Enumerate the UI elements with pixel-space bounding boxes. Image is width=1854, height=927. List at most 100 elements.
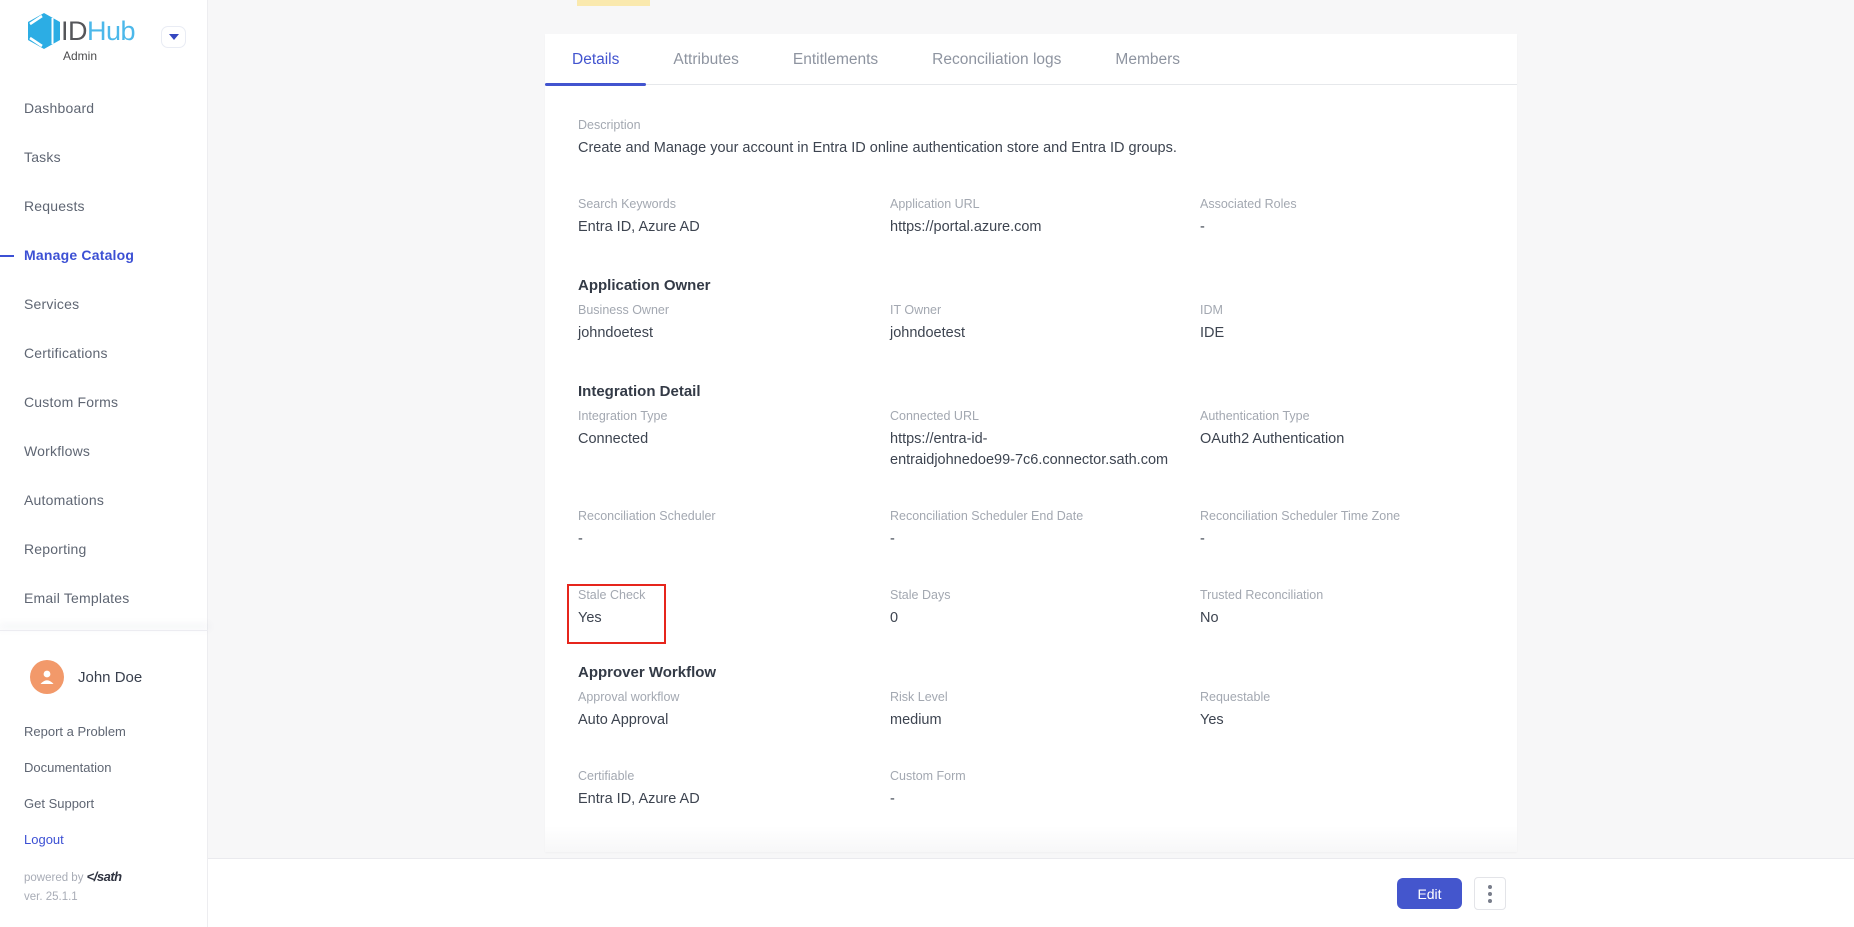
field-empty <box>1200 769 1484 810</box>
idhub-logo-icon <box>27 12 61 50</box>
field-application-url: Application URL https://portal.azure.com <box>890 197 1200 238</box>
brand-name-hub: Hub <box>87 16 135 46</box>
powered-by-label: powered by <box>24 872 83 884</box>
sidebar-item-manage-catalog[interactable]: Manage Catalog <box>0 231 208 280</box>
person-icon <box>37 667 57 687</box>
sidebar-item-workflows[interactable]: Workflows <box>0 427 208 476</box>
user-name: John Doe <box>78 669 142 686</box>
field-trusted-reconciliation: Trusted Reconciliation No <box>1200 588 1484 629</box>
field-label: Reconciliation Scheduler <box>578 509 870 523</box>
field-row-5: Stale Check Yes Stale Days 0 Trusted Rec… <box>578 588 1484 629</box>
field-value: IDE <box>1200 323 1484 344</box>
user-profile[interactable]: John Doe <box>0 656 208 698</box>
clipped-top-badge <box>577 0 650 6</box>
field-integration-type: Integration Type Connected <box>578 409 890 471</box>
brand-name: IDHub <box>61 16 135 47</box>
field-value: Create and Manage your account in Entra … <box>578 138 1484 159</box>
powered-by: powered by </sath <box>24 869 122 884</box>
kebab-menu-icon <box>1488 899 1492 903</box>
field-label: Risk Level <box>890 690 1180 704</box>
field-reconciliation-end-date: Reconciliation Scheduler End Date - <box>890 509 1200 550</box>
more-actions-button[interactable] <box>1474 877 1506 910</box>
field-value: johndoetest <box>578 323 870 344</box>
tab-reconciliation-logs[interactable]: Reconciliation logs <box>905 34 1088 85</box>
field-associated-roles: Associated Roles - <box>1200 197 1484 238</box>
sidebar-divider <box>0 630 208 631</box>
field-value: 0 <box>890 608 1180 629</box>
sidebar-item-automations[interactable]: Automations <box>0 476 208 525</box>
field-value: medium <box>890 710 1180 731</box>
sidebar-item-email-templates[interactable]: Email Templates <box>0 574 208 623</box>
sidebar-item-tasks[interactable]: Tasks <box>0 133 208 182</box>
field-stale-days: Stale Days 0 <box>890 588 1200 629</box>
report-problem-link[interactable]: Report a Problem <box>24 724 126 739</box>
field-value: https://entra-id- entraidjohnedoe99-7c6.… <box>890 429 1180 471</box>
field-value: Yes <box>578 608 870 629</box>
section-integration-detail: Integration Detail <box>578 383 701 400</box>
field-label: Connected URL <box>890 409 1180 423</box>
field-value: No <box>1200 608 1484 629</box>
tab-details[interactable]: Details <box>545 34 646 85</box>
get-support-link[interactable]: Get Support <box>24 796 94 811</box>
field-label: Certifiable <box>578 769 870 783</box>
field-value: Yes <box>1200 710 1484 731</box>
sidebar-item-certifications[interactable]: Certifications <box>0 329 208 378</box>
field-value: - <box>578 529 870 550</box>
kebab-menu-icon <box>1488 885 1492 889</box>
tab-entitlements[interactable]: Entitlements <box>766 34 905 85</box>
documentation-link[interactable]: Documentation <box>24 760 111 775</box>
sath-logo: </sath <box>87 869 122 884</box>
field-value: Auto Approval <box>578 710 870 731</box>
field-label: Application URL <box>890 197 1180 211</box>
sidebar-item-dashboard[interactable]: Dashboard <box>0 84 208 133</box>
field-certifiable: Certifiable Entra ID, Azure AD <box>578 769 890 810</box>
field-reconciliation-scheduler: Reconciliation Scheduler - <box>578 509 890 550</box>
field-label: Business Owner <box>578 303 870 317</box>
tab-bar: Details Attributes Entitlements Reconcil… <box>545 34 1517 85</box>
field-row-7: Certifiable Entra ID, Azure AD Custom Fo… <box>578 769 1484 810</box>
edit-button[interactable]: Edit <box>1397 878 1462 909</box>
details-card: Details Attributes Entitlements Reconcil… <box>545 34 1517 852</box>
field-row-2: Business Owner johndoetest IT Owner john… <box>578 303 1484 344</box>
tab-attributes[interactable]: Attributes <box>646 34 765 85</box>
field-label: Requestable <box>1200 690 1484 704</box>
field-custom-form: Custom Form - <box>890 769 1200 810</box>
field-description: Description Create and Manage your accou… <box>578 118 1484 159</box>
field-label: Associated Roles <box>1200 197 1484 211</box>
sidebar-nav: Dashboard Tasks Requests Manage Catalog … <box>0 84 208 623</box>
field-label: Trusted Reconciliation <box>1200 588 1484 602</box>
sidebar-item-requests[interactable]: Requests <box>0 182 208 231</box>
field-label: Reconciliation Scheduler End Date <box>890 509 1180 523</box>
brand-header: IDHub Admin <box>0 0 208 70</box>
field-label: IT Owner <box>890 303 1180 317</box>
field-row-6: Approval workflow Auto Approval Risk Lev… <box>578 690 1484 731</box>
sidebar-item-reporting[interactable]: Reporting <box>0 525 208 574</box>
logout-link[interactable]: Logout <box>24 832 64 847</box>
sidebar-item-custom-forms[interactable]: Custom Forms <box>0 378 208 427</box>
field-label: Approval workflow <box>578 690 870 704</box>
field-value: johndoetest <box>890 323 1180 344</box>
kebab-menu-icon <box>1488 892 1492 896</box>
sidebar: IDHub Admin Dashboard Tasks Requests Man… <box>0 0 208 927</box>
action-bar: Edit <box>208 858 1854 927</box>
section-application-owner: Application Owner <box>578 277 711 294</box>
avatar <box>30 660 64 694</box>
field-search-keywords: Search Keywords Entra ID, Azure AD <box>578 197 890 238</box>
field-label: Stale Check <box>578 588 870 602</box>
field-risk-level: Risk Level medium <box>890 690 1200 731</box>
field-label: Search Keywords <box>578 197 870 211</box>
field-row-4: Reconciliation Scheduler - Reconciliatio… <box>578 509 1484 550</box>
brand-switcher-button[interactable] <box>161 26 186 48</box>
field-business-owner: Business Owner johndoetest <box>578 303 890 344</box>
tab-members[interactable]: Members <box>1088 34 1207 85</box>
sidebar-item-services[interactable]: Services <box>0 280 208 329</box>
field-connected-url: Connected URL https://entra-id- entraidj… <box>890 409 1200 471</box>
field-label: Custom Form <box>890 769 1180 783</box>
field-label: Description <box>578 118 1484 132</box>
field-value: - <box>890 529 1180 550</box>
field-value: OAuth2 Authentication <box>1200 429 1484 450</box>
field-row-3: Integration Type Connected Connected URL… <box>578 409 1484 471</box>
main-area: Details Attributes Entitlements Reconcil… <box>208 0 1854 927</box>
chevron-down-icon <box>169 34 179 40</box>
app-root: IDHub Admin Dashboard Tasks Requests Man… <box>0 0 1854 927</box>
